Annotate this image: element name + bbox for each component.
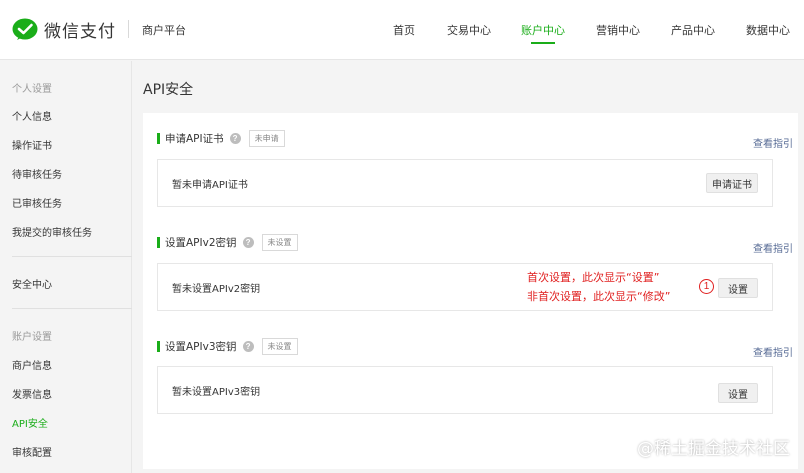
section-apiv2-header: 设置APIv2密钥 ? 未设置 <box>157 233 298 251</box>
sidebar-divider <box>12 308 132 309</box>
apiv3-box: 暂未设置APIv3密钥 设置 <box>157 366 773 414</box>
sidebar-item-pending-review[interactable]: 待审核任务 <box>12 166 62 181</box>
sidebar-group-personal: 个人设置 <box>12 84 52 95</box>
content-panel: 申请API证书 ? 未申请 查看指引 暂未申请API证书 申请证书 设置APIv… <box>143 113 798 469</box>
nav-data-center[interactable]: 数据中心 <box>746 22 790 38</box>
sidebar-item-operation-cert[interactable]: 操作证书 <box>12 137 52 152</box>
nav-product-center[interactable]: 产品中心 <box>671 22 715 38</box>
question-circle-icon[interactable]: ? <box>229 132 241 144</box>
watermark: @稀土掘金技术社区 <box>637 439 790 459</box>
nav-trade-center[interactable]: 交易中心 <box>447 22 491 38</box>
question-circle-icon[interactable]: ? <box>242 236 254 248</box>
nav-home[interactable]: 首页 <box>393 22 415 38</box>
section-marker <box>157 236 160 248</box>
set-apiv3-button[interactable]: 设置 <box>718 383 758 403</box>
sidebar-item-security-center[interactable]: 安全中心 <box>12 276 52 291</box>
nav-active-underline <box>531 42 555 44</box>
sidebar-item-my-submitted[interactable]: 我提交的审核任务 <box>12 224 92 239</box>
sidebar-item-api-security[interactable]: API安全 <box>12 415 48 430</box>
set-apiv2-button[interactable]: 设置 <box>718 278 758 298</box>
section-title: 申请API证书 <box>165 132 224 145</box>
section-marker <box>157 132 160 144</box>
wechat-pay-logo[interactable]: 微信支付 <box>12 17 116 42</box>
box-status-text: 暂未申请API证书 <box>172 180 248 191</box>
nav-account-center[interactable]: 账户中心 <box>521 22 565 38</box>
logo-divider <box>128 20 129 38</box>
sidebar-item-personal-info[interactable]: 个人信息 <box>12 108 52 123</box>
page-title: API安全 <box>143 82 194 98</box>
question-circle-icon[interactable]: ? <box>242 340 254 352</box>
platform-name: 商户平台 <box>142 24 186 37</box>
view-guide-link[interactable]: 查看指引 <box>753 344 793 359</box>
annotation-line-1: 首次设置，此次显示“设置” <box>527 271 660 284</box>
box-status-text: 暂未设置APIv3密钥 <box>172 387 261 398</box>
sidebar-item-review-config[interactable]: 审核配置 <box>12 444 52 459</box>
section-title: 设置APIv2密钥 <box>165 236 237 249</box>
section-api-cert-header: 申请API证书 ? 未申请 <box>157 129 285 147</box>
apply-cert-button[interactable]: 申请证书 <box>706 173 758 193</box>
view-guide-link[interactable]: 查看指引 <box>753 135 793 150</box>
sidebar-divider <box>12 256 132 257</box>
status-badge: 未申请 <box>248 129 285 147</box>
section-marker <box>157 340 160 352</box>
annotation-marker-1: 1 <box>699 279 714 294</box>
main-area: API安全 申请API证书 ? 未申请 查看指引 暂未申请API证书 申请证书 … <box>133 61 804 473</box>
sidebar-item-invoice-info[interactable]: 发票信息 <box>12 386 52 401</box>
sidebar: 个人设置 个人信息 操作证书 待审核任务 已审核任务 我提交的审核任务 安全中心… <box>0 61 132 473</box>
nav-marketing-center[interactable]: 营销中心 <box>596 22 640 38</box>
sidebar-item-reviewed[interactable]: 已审核任务 <box>12 195 62 210</box>
status-badge: 未设置 <box>261 337 298 355</box>
status-badge: 未设置 <box>261 233 298 251</box>
top-header: 微信支付 商户平台 首页 交易中心 账户中心 营销中心 产品中心 数据中心 <box>0 0 804 60</box>
view-guide-link[interactable]: 查看指引 <box>753 240 793 255</box>
api-cert-box: 暂未申请API证书 申请证书 <box>157 159 773 207</box>
annotation-line-2: 非首次设置，此次显示“修改” <box>527 290 671 303</box>
sidebar-group-account: 账户设置 <box>12 332 52 343</box>
brand-name: 微信支付 <box>44 22 116 42</box>
sidebar-item-merchant-info[interactable]: 商户信息 <box>12 357 52 372</box>
section-apiv3-header: 设置APIv3密钥 ? 未设置 <box>157 337 298 355</box>
wechat-pay-logo-icon <box>12 18 38 40</box>
apiv2-box: 暂未设置APIv2密钥 设置 <box>157 263 773 311</box>
section-title: 设置APIv3密钥 <box>165 340 237 353</box>
box-status-text: 暂未设置APIv2密钥 <box>172 284 261 295</box>
